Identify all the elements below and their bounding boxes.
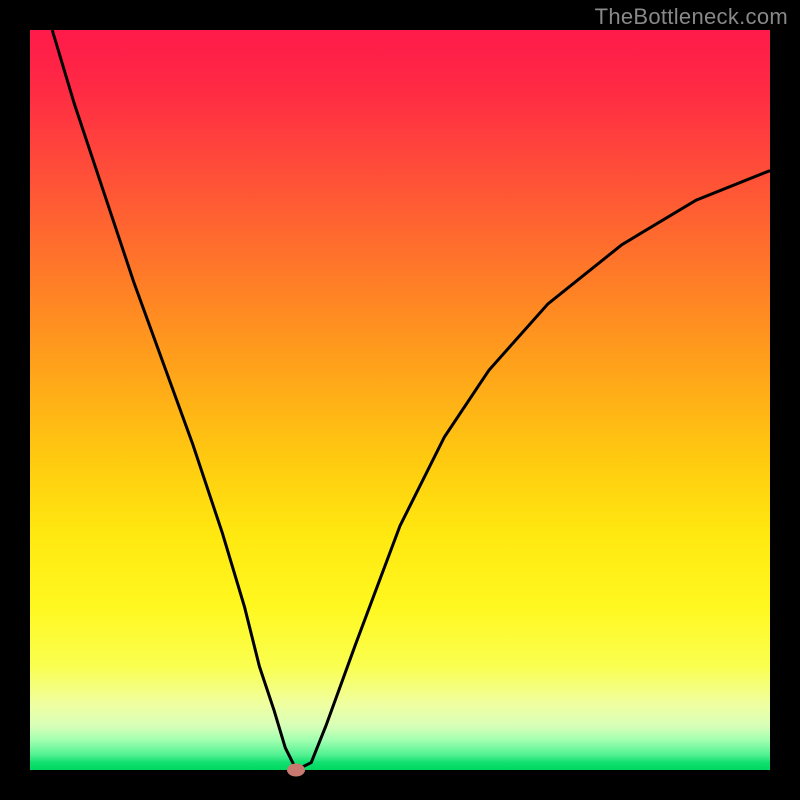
chart-marker-dot [287, 764, 305, 777]
watermark-text: TheBottleneck.com [595, 4, 788, 30]
chart-curve [52, 30, 770, 770]
chart-plot-area [30, 30, 770, 770]
chart-curve-svg [30, 30, 770, 770]
